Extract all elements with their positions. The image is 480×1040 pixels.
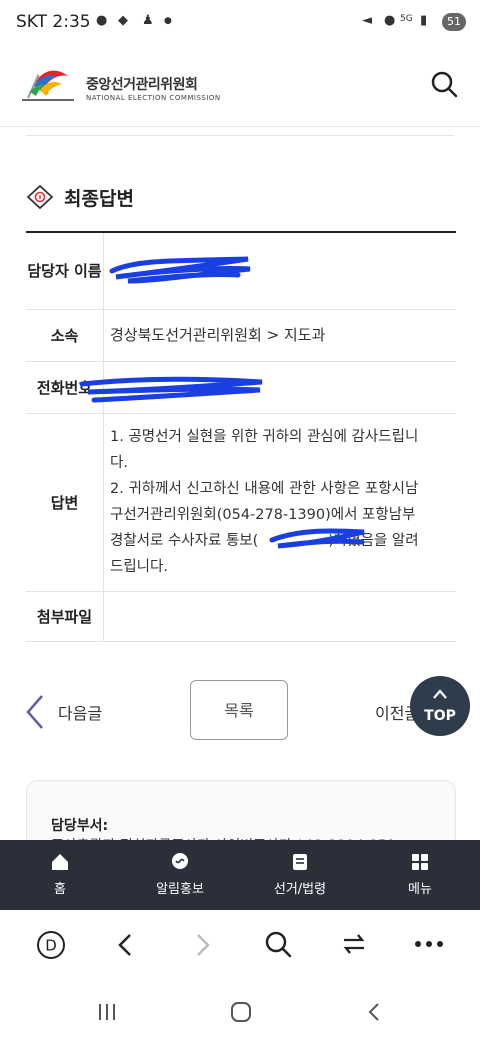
chevron-up-icon [433,689,447,699]
answer-line: 구선거관리위원회(054-278-1390)에서 포항남부 [110,507,416,523]
nav-label: 선거/법령 [273,882,327,897]
answer-line: 다. [110,455,128,471]
ballot-box-icon [26,184,54,210]
row-label: 첨부파일 [26,591,104,642]
search-icon[interactable] [264,930,292,958]
nav-election-law[interactable]: 선거/법령 [240,840,360,910]
nec-logo-icon[interactable] [18,62,78,106]
mute-icon: ◄ [362,13,372,28]
row-value-answer: 1. 공명선거 실현을 위한 귀하의 관심에 감사드립니 다. 2. 귀하께서 … [103,413,456,592]
nav-label: 메뉴 [408,882,432,897]
list-button[interactable]: 목록 [190,680,288,740]
grid-icon [412,854,428,870]
section-title: 최종답변 [64,188,134,210]
signal-icon: ▮ [420,13,428,28]
forward-icon[interactable] [192,932,214,958]
search-icon[interactable] [430,70,458,98]
status-time: SKT 2:35 [16,12,91,32]
table-row: 소속 경상북도선거관리위원회 > 지도과 [26,309,456,362]
answer-line: 2. 귀하께서 신고하신 내용에 관한 사항은 포항시남 [110,481,419,497]
table-row: 담당자 이름 [26,233,456,310]
top-button[interactable]: TOP [410,676,470,736]
row-label: 전화번호 [26,361,263,414]
nav-label: 홈 [54,882,66,897]
recent-apps-icon[interactable] [96,1002,118,1022]
row-label: 답변 [26,413,104,592]
answer-line-redacted: 경찰서로 수사자료 통보()하였음을 알려 [110,528,456,554]
row-label: 소속 [26,309,104,362]
table-row: 첨부파일 [26,591,456,642]
talk-icon: ● [96,13,108,28]
answer-table: 담당자 이름 소속 경상북도선거관리위원회 > 지도과 전화번호 답변 1. 공… [26,233,456,642]
answer-line: 드립니다. [110,559,168,575]
svg-text:D: D [45,937,57,955]
ghost-icon: ♟ [142,13,154,28]
battery-badge: 51 [442,13,466,31]
network-label: 5G [400,14,413,24]
browser-toolbar: D [0,910,480,982]
back-icon[interactable] [114,932,136,958]
nav-menu[interactable]: 메뉴 [360,840,480,910]
table-row: 답변 1. 공명선거 실현을 위한 귀하의 관심에 감사드립니 다. 2. 귀하… [26,413,456,592]
system-nav-bar [0,982,480,1040]
d-icon[interactable]: D [36,930,66,960]
status-bar: SKT 2:35 ● ◆ ♟ ● ◄ ● 5G ▮ 51 [0,0,480,44]
system-back-icon[interactable] [366,1001,382,1023]
chevron-left-icon[interactable] [24,694,46,730]
refresh-icon[interactable] [340,930,368,958]
bottom-nav: 홈 알림홍보 선거/법령 메뉴 [0,840,480,910]
more-icon[interactable] [414,940,444,948]
row-value-name [103,233,456,310]
nav-home[interactable]: 홈 [0,840,120,910]
nav-label: 알림홍보 [156,882,204,897]
row-value-attachment [103,591,456,642]
logo-subtitle: NATIONAL ELECTION COMMISSION [86,94,221,102]
divider [26,135,454,136]
prev-post-link[interactable]: 다음글 [58,700,102,724]
card-title: 담당부서: [51,818,109,834]
redaction-scribble [109,256,251,284]
dot-icon: ● [164,16,172,26]
top-button-label: TOP [424,708,456,724]
row-label: 담당자 이름 [26,233,104,310]
location-icon: ● [384,13,396,28]
logo-title: 중앙선거관리위원회 [86,77,198,93]
document-icon [293,854,307,870]
nav-notice[interactable]: 알림홍보 [120,840,240,910]
row-value-dept: 경상북도선거관리위원회 > 지도과 [103,309,456,362]
shield-icon: ◆ [118,13,128,28]
answer-line: 1. 공명선거 실현을 위한 귀하의 관심에 감사드립니 [110,429,419,445]
home-button-icon[interactable] [230,1001,252,1023]
table-row: 전화번호 [26,361,456,414]
site-header: 중앙선거관리위원회 NATIONAL ELECTION COMMISSION [0,44,480,127]
chat-icon [172,853,188,869]
home-icon [52,854,68,870]
row-value-phone [103,361,456,414]
